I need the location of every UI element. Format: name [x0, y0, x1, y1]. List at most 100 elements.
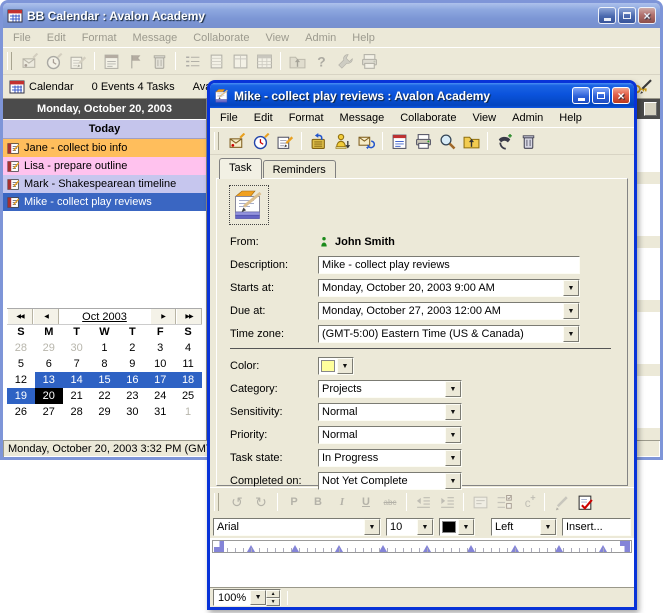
font-size-select[interactable]: 10▼	[386, 518, 434, 536]
calendar-day[interactable]: 20	[35, 388, 63, 404]
ruler-tab-marker[interactable]	[335, 545, 343, 552]
checklist-button[interactable]	[492, 491, 516, 513]
find-button[interactable]	[435, 130, 459, 152]
timezone-select[interactable]: (GMT-5:00) Eastern Time (US & Canada)▼	[318, 325, 580, 343]
calendar-day[interactable]: 19	[7, 388, 35, 404]
calendar-day[interactable]: 21	[63, 388, 91, 404]
bold-button[interactable]: B	[306, 491, 330, 513]
day-view-button[interactable]	[204, 50, 228, 72]
spin-up-icon[interactable]: ▲	[266, 590, 280, 598]
calendar-day[interactable]: 29	[35, 340, 63, 356]
dropdown-arrow-icon[interactable]: ▼	[445, 450, 461, 466]
new-message-button[interactable]	[225, 130, 249, 152]
new-message-button[interactable]	[18, 50, 42, 72]
italic-button[interactable]: I	[330, 491, 354, 513]
calendar-day[interactable]: 4	[174, 340, 202, 356]
task-list-item[interactable]: Jane - collect bio info	[3, 139, 206, 157]
insert-select[interactable]: Insert...	[562, 518, 631, 536]
ruler-tab-marker[interactable]	[379, 545, 387, 552]
ruler-tab-marker[interactable]	[291, 545, 299, 552]
calendar-day[interactable]: 9	[118, 356, 146, 372]
description-input[interactable]: Mike - collect play reviews	[318, 256, 580, 274]
help-button[interactable]	[309, 50, 333, 72]
prev-month-button[interactable]: ◀	[33, 309, 59, 324]
wrench-button[interactable]	[333, 50, 357, 72]
menu-item-view[interactable]: View	[257, 31, 297, 45]
dropdown-arrow-icon[interactable]: ▼	[250, 590, 266, 605]
dropdown-arrow-icon[interactable]: ▼	[445, 381, 461, 397]
view-label[interactable]: Calendar	[29, 81, 74, 93]
close-button[interactable]: ×	[612, 87, 630, 104]
calendar-day[interactable]: 24	[146, 388, 174, 404]
new-event-button[interactable]	[42, 50, 66, 72]
color-select[interactable]: ▼	[318, 357, 354, 375]
calendar-day[interactable]: 14	[63, 372, 91, 388]
priority-select[interactable]: Normal▼	[318, 426, 462, 444]
dropdown-arrow-icon[interactable]: ▼	[445, 473, 461, 489]
calendar-day[interactable]: 31	[146, 404, 174, 420]
spellcheck-button[interactable]	[573, 491, 597, 513]
calendar-day[interactable]: 1	[174, 404, 202, 420]
ruler-right-margin-marker[interactable]	[620, 541, 630, 552]
calendar-day[interactable]: 5	[7, 356, 35, 372]
dial-button[interactable]	[492, 130, 516, 152]
dialog-titlebar[interactable]: Mike - collect play reviews : Avalon Aca…	[210, 83, 634, 108]
ruler[interactable]	[212, 540, 632, 553]
prev-year-button[interactable]: ◀◀	[7, 309, 33, 324]
dropdown-arrow-icon[interactable]: ▼	[417, 519, 433, 535]
ruler-tab-marker[interactable]	[423, 545, 431, 552]
menu-item-admin[interactable]: Admin	[504, 111, 551, 125]
main-titlebar[interactable]: BB Calendar : Avalon Academy ×	[3, 3, 660, 28]
delete-button[interactable]	[516, 130, 540, 152]
spin-down-icon[interactable]: ▼	[266, 598, 280, 606]
calendar-day[interactable]: 28	[7, 340, 35, 356]
task-notepad-icon[interactable]	[232, 188, 266, 222]
print-button[interactable]	[411, 130, 435, 152]
font-color-select[interactable]: ▼	[439, 518, 475, 536]
sensitivity-select[interactable]: Normal▼	[318, 403, 462, 421]
category-select[interactable]: Projects▼	[318, 380, 462, 398]
calendar-day[interactable]: 30	[118, 404, 146, 420]
week-view-button[interactable]	[228, 50, 252, 72]
print-button[interactable]	[357, 50, 381, 72]
starts-at-select[interactable]: Monday, October 20, 2003 9:00 AM▼	[318, 279, 580, 297]
maximize-button[interactable]	[592, 87, 610, 104]
folder-button[interactable]	[459, 130, 483, 152]
dropdown-arrow-icon[interactable]: ▼	[563, 303, 579, 319]
calendar-day[interactable]: 13	[35, 372, 63, 388]
calendar-day[interactable]: 1	[91, 340, 119, 356]
menu-item-edit[interactable]: Edit	[246, 111, 281, 125]
calendar-day[interactable]: 22	[91, 388, 119, 404]
note-button[interactable]	[99, 50, 123, 72]
calendar-day[interactable]: 6	[35, 356, 63, 372]
day-view-corner-button[interactable]	[644, 102, 657, 116]
dropdown-arrow-icon[interactable]: ▼	[563, 326, 579, 342]
next-year-button[interactable]: ▶▶	[176, 309, 202, 324]
paragraph-button[interactable]: P	[282, 491, 306, 513]
calendar-day[interactable]: 30	[63, 340, 91, 356]
list-view-button[interactable]	[180, 50, 204, 72]
tab-reminders[interactable]: Reminders	[263, 160, 336, 179]
alignment-select[interactable]: Left▼	[491, 518, 557, 536]
minimize-button[interactable]	[572, 87, 590, 104]
ruler-left-margin-marker[interactable]	[214, 541, 224, 552]
due-at-select[interactable]: Monday, October 27, 2003 12:00 AM▼	[318, 302, 580, 320]
zoom-select[interactable]: 100% ▼ ▲▼	[213, 589, 281, 606]
flag-button[interactable]	[123, 50, 147, 72]
menu-item-collaborate[interactable]: Collaborate	[185, 31, 257, 45]
delete-button[interactable]	[147, 50, 171, 72]
calendar-day[interactable]: 26	[7, 404, 35, 420]
task-list-item[interactable]: Mike - collect play reviews	[3, 193, 206, 211]
menu-item-format[interactable]: Format	[281, 111, 332, 125]
calendar-day[interactable]: 27	[35, 404, 63, 420]
task-list-item[interactable]: Mark - Shakespearean timeline	[3, 175, 206, 193]
ruler-tab-marker[interactable]	[511, 545, 519, 552]
menu-item-file[interactable]: File	[5, 31, 39, 45]
insert-object-button[interactable]	[468, 491, 492, 513]
dropdown-arrow-icon[interactable]: ▼	[563, 280, 579, 296]
task-list-item[interactable]: Lisa - prepare outline	[3, 157, 206, 175]
menu-item-admin[interactable]: Admin	[297, 31, 344, 45]
forward-button[interactable]	[354, 130, 378, 152]
tab-task[interactable]: Task	[219, 158, 262, 179]
folder-button[interactable]	[285, 50, 309, 72]
